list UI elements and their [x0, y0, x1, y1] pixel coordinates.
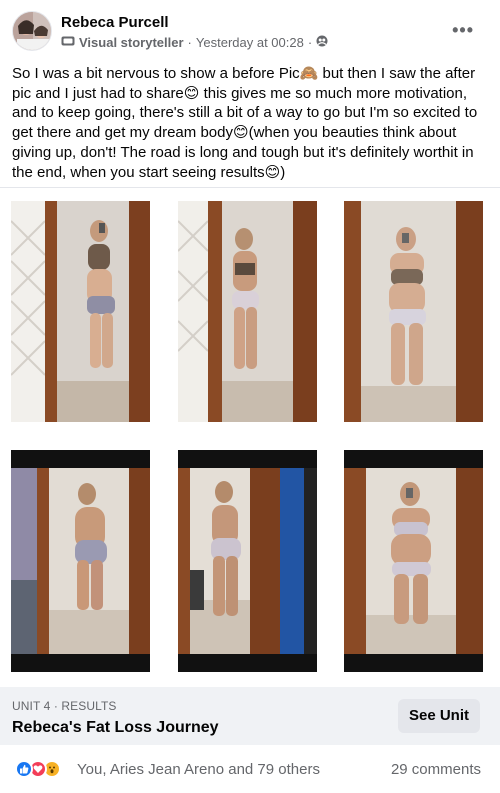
- meta-separator: ·: [187, 35, 192, 50]
- link-preview[interactable]: UNIT 4 · RESULTS Rebeca's Fat Loss Journ…: [0, 687, 500, 745]
- photo-after-back[interactable]: [178, 450, 317, 672]
- visual-storyteller-icon: [61, 35, 75, 50]
- link-title[interactable]: Rebeca's Fat Loss Journey: [12, 719, 219, 737]
- author-name[interactable]: Rebeca Purcell: [61, 14, 169, 31]
- post-header: Rebeca Purcell Visual storyteller · Yest…: [12, 10, 488, 54]
- author-badge[interactable]: Visual storyteller: [79, 35, 184, 50]
- photo-before-back[interactable]: [178, 201, 317, 422]
- meta-separator-2: ·: [307, 35, 313, 50]
- unit-label: UNIT 4 · RESULTS: [12, 699, 117, 713]
- photo-before-front[interactable]: [344, 201, 483, 422]
- photo-after-side[interactable]: [11, 450, 150, 672]
- photo-after-front[interactable]: [344, 450, 483, 672]
- reaction-icons[interactable]: [15, 760, 61, 778]
- post-meta: Visual storyteller · Yesterday at 00:28 …: [61, 35, 328, 50]
- like-icon: [15, 760, 33, 778]
- post-card: Rebeca Purcell Visual storyteller · Yest…: [0, 0, 500, 793]
- avatar[interactable]: [12, 11, 52, 51]
- audience-friends-icon[interactable]: [316, 35, 328, 50]
- photo-grid: [0, 187, 500, 687]
- more-options-icon[interactable]: •••: [452, 20, 474, 41]
- post-timestamp[interactable]: Yesterday at 00:28: [196, 35, 304, 50]
- comments-count[interactable]: 29 comments: [391, 761, 481, 778]
- see-unit-button[interactable]: See Unit: [398, 699, 480, 733]
- avatar-image: [13, 12, 51, 50]
- reaction-summary[interactable]: You, Aries Jean Areno and 79 others: [77, 761, 320, 778]
- post-text: So I was a bit nervous to show a before …: [12, 65, 478, 181]
- reactions-bar: You, Aries Jean Areno and 79 others 29 c…: [0, 745, 500, 793]
- photo-before-side[interactable]: [11, 201, 150, 422]
